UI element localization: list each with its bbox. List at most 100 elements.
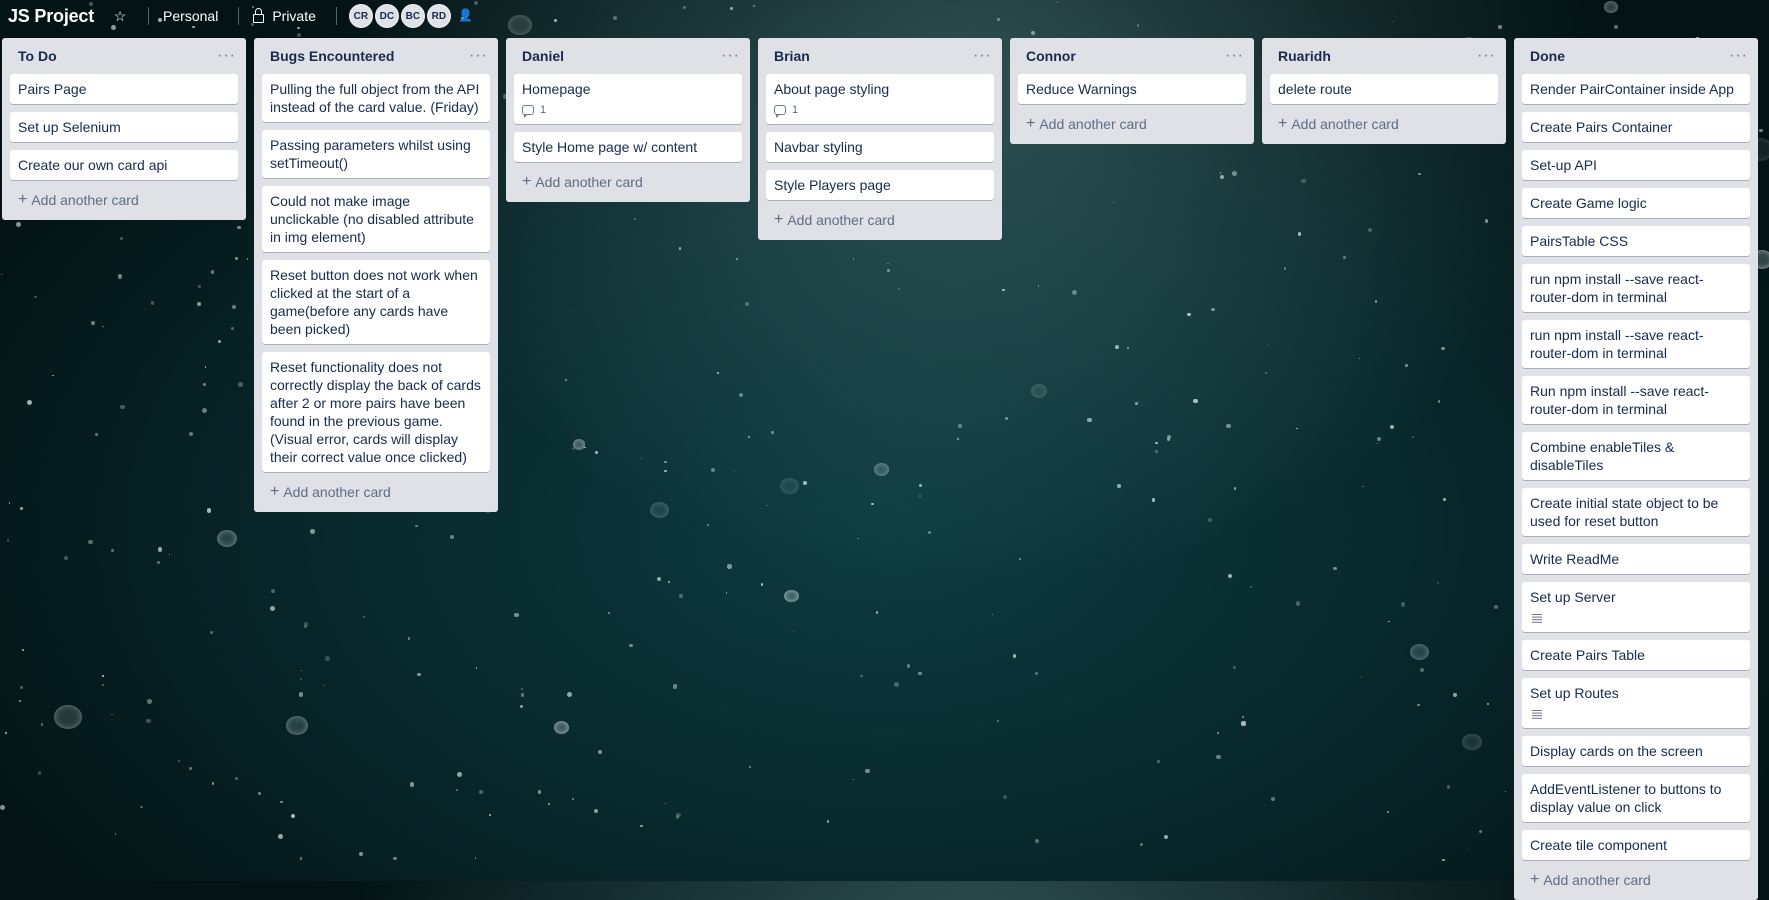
list-title[interactable]: Brian (774, 48, 810, 64)
star-icon[interactable]: ☆ (110, 8, 130, 25)
add-card-label: Add another card (535, 174, 643, 190)
card[interactable]: Set up Selenium (10, 112, 238, 142)
card[interactable]: About page styling 1 (766, 74, 994, 124)
list-title[interactable]: Daniel (522, 48, 564, 64)
card[interactable]: Pulling the full object from the API ins… (262, 74, 490, 122)
board-header: JS Project ☆ Personal Private CR DC BC R… (0, 0, 1769, 32)
card[interactable]: PairsTable CSS (1522, 226, 1750, 256)
add-card-button[interactable]: + Add another card (1018, 112, 1246, 136)
list-header: Connor ··· (1018, 38, 1246, 74)
card-title: Pulling the full object from the API ins… (270, 81, 480, 115)
list-header: To Do ··· (10, 38, 238, 74)
plus-icon: + (1278, 115, 1288, 132)
list-menu-icon[interactable]: ··· (1729, 47, 1750, 65)
list-title[interactable]: Ruaridh (1278, 48, 1331, 64)
card[interactable]: Run npm install --save react-router-dom … (1522, 376, 1750, 424)
add-card-label: Add another card (31, 192, 139, 208)
card-title: Set up Routes (1530, 685, 1619, 701)
card-title: Set-up API (1530, 157, 1597, 173)
card-badges (1530, 608, 1742, 630)
card[interactable]: Style Players page (766, 170, 994, 200)
avatar[interactable]: CR (348, 4, 373, 28)
card-title: Set up Server (1530, 589, 1616, 605)
card[interactable]: delete route (1270, 74, 1498, 104)
card-title: Passing parameters whilst using setTimeo… (270, 137, 471, 171)
card[interactable]: Combine enableTiles & disableTiles (1522, 432, 1750, 480)
card-title: Reset button does not work when clicked … (270, 267, 478, 337)
card-title: About page styling (774, 81, 890, 97)
card[interactable]: run npm install --save react-router-dom … (1522, 264, 1750, 312)
list-menu-icon[interactable]: ··· (721, 47, 742, 65)
card[interactable]: Could not make image unclickable (no dis… (262, 186, 490, 252)
card[interactable]: Create Pairs Table (1522, 640, 1750, 670)
avatar[interactable]: BC (400, 4, 425, 28)
card[interactable]: Set up Routes (1522, 678, 1750, 728)
card[interactable]: Display cards on the screen (1522, 736, 1750, 766)
card-title: Pairs Page (18, 81, 87, 97)
card[interactable]: Create Game logic (1522, 188, 1750, 218)
card-badges (1530, 704, 1742, 726)
list-menu-icon[interactable]: ··· (217, 47, 238, 65)
card[interactable]: Set up Server (1522, 582, 1750, 632)
add-card-button[interactable]: + Add another card (262, 480, 490, 504)
add-card-button[interactable]: + Add another card (10, 188, 238, 212)
header-divider (335, 7, 337, 25)
card[interactable]: Create initial state object to be used f… (1522, 488, 1750, 536)
board-title[interactable]: JS Project (8, 6, 94, 27)
avatar[interactable]: RD (426, 4, 451, 28)
card-title: Create Game logic (1530, 195, 1647, 211)
card[interactable]: Reset functionality does not correctly d… (262, 352, 490, 472)
add-card-button[interactable]: + Add another card (766, 208, 994, 232)
comment-count: 1 (540, 104, 547, 116)
card[interactable]: Reduce Warnings (1018, 74, 1246, 104)
list: Done ··· Render PairContainer inside App Cr… (1514, 38, 1758, 900)
list-menu-icon[interactable]: ··· (1225, 47, 1246, 65)
list-title[interactable]: Connor (1026, 48, 1076, 64)
card-title: Create our own card api (18, 157, 168, 173)
list-menu-icon[interactable]: ··· (973, 47, 994, 65)
add-member-icon[interactable]: 👤 (455, 4, 477, 26)
card[interactable]: Reset button does not work when clicked … (262, 260, 490, 344)
list-title[interactable]: Bugs Encountered (270, 48, 394, 64)
add-card-label: Add another card (1291, 116, 1399, 132)
add-card-button[interactable]: + Add another card (1522, 868, 1750, 892)
card-title: Homepage (522, 81, 591, 97)
card[interactable]: Create Pairs Container (1522, 112, 1750, 142)
card[interactable]: Pairs Page (10, 74, 238, 104)
card-title: Create Pairs Container (1530, 119, 1673, 135)
card[interactable]: Navbar styling (766, 132, 994, 162)
list-menu-icon[interactable]: ··· (1477, 47, 1498, 65)
add-card-label: Add another card (1543, 872, 1651, 888)
list-title[interactable]: To Do (18, 48, 57, 64)
team-button[interactable]: Personal (157, 6, 224, 26)
add-card-button[interactable]: + Add another card (1270, 112, 1498, 136)
card[interactable]: Style Home page w/ content (514, 132, 742, 162)
card[interactable]: Create our own card api (10, 150, 238, 180)
add-card-label: Add another card (283, 484, 391, 500)
card-title: Run npm install --save react-router-dom … (1530, 383, 1709, 417)
plus-icon: + (522, 173, 532, 190)
card[interactable]: Homepage 1 (514, 74, 742, 124)
card[interactable]: Render PairContainer inside App (1522, 74, 1750, 104)
card[interactable]: Create tile component (1522, 830, 1750, 860)
list-header: Ruaridh ··· (1270, 38, 1498, 74)
list: Ruaridh ··· delete route + Add another card (1262, 38, 1506, 144)
avatar[interactable]: DC (374, 4, 399, 28)
list-menu-icon[interactable]: ··· (469, 47, 490, 65)
card[interactable]: Set-up API (1522, 150, 1750, 180)
card-title: AddEventListener to buttons to display v… (1530, 781, 1722, 815)
card-title: Write ReadMe (1530, 551, 1620, 567)
card-title: Reduce Warnings (1026, 81, 1137, 97)
list-title[interactable]: Done (1530, 48, 1565, 64)
card-title: delete route (1278, 81, 1352, 97)
card[interactable]: Write ReadMe (1522, 544, 1750, 574)
list: Bugs Encountered ··· Pulling the full obje… (254, 38, 498, 512)
card-title: Style Home page w/ content (522, 139, 698, 155)
card[interactable]: AddEventListener to buttons to display v… (1522, 774, 1750, 822)
card-title: Render PairContainer inside App (1530, 81, 1734, 97)
card-title: Display cards on the screen (1530, 743, 1703, 759)
add-card-button[interactable]: + Add another card (514, 170, 742, 194)
card[interactable]: Passing parameters whilst using setTimeo… (262, 130, 490, 178)
visibility-button[interactable]: Private (247, 6, 322, 26)
card[interactable]: run npm install --save react-router-dom … (1522, 320, 1750, 368)
